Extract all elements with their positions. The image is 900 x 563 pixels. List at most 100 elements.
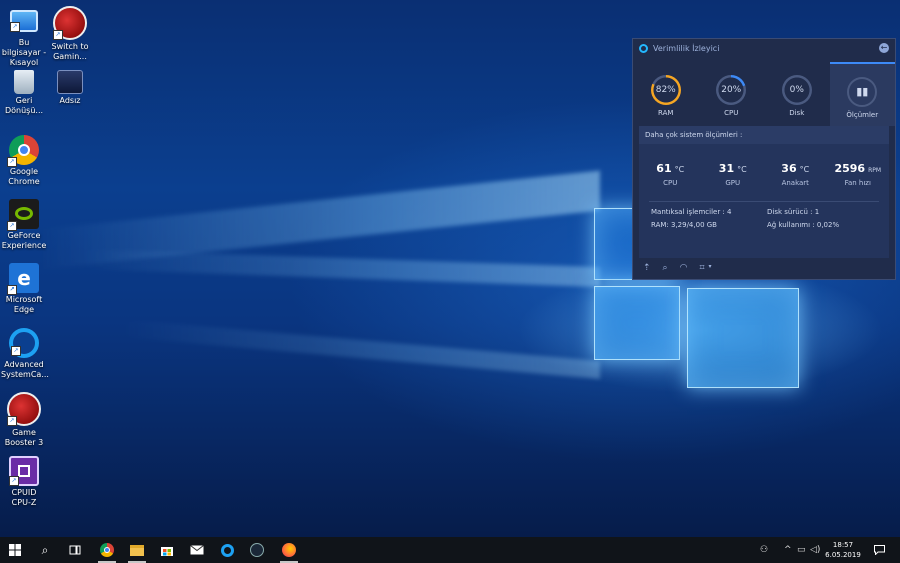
recycle-bin-icon — [14, 70, 34, 94]
metric-unit: °C — [737, 165, 747, 174]
desktop-icon-label: Adsız — [59, 96, 81, 105]
advanced-systemcare-icon — [220, 543, 234, 557]
taskbar-file-explorer[interactable] — [124, 537, 150, 563]
image-file-icon — [57, 70, 83, 94]
taskbar-firefox[interactable] — [276, 537, 302, 563]
volume-icon[interactable]: ◁) — [810, 537, 820, 563]
cpuz-icon: ↗ — [9, 456, 39, 486]
temperature-metrics: 61 °C CPU 31 °C GPU 36 °C Anakart 2596 RPM F… — [639, 162, 889, 187]
desktop-icon-switch-to-gaming[interactable]: ↗ Switch to Gamin... — [47, 6, 93, 62]
metric-value: 31 — [718, 162, 735, 175]
tab-label: Ölçümler — [846, 111, 879, 119]
chevron-up-icon[interactable]: ^ — [784, 537, 792, 563]
tab-ram[interactable]: 82% RAM — [633, 62, 699, 126]
cpu-usage-ring: 20% — [716, 75, 747, 105]
chrome-icon: ↗ — [7, 135, 39, 167]
desktop-icon-label: Switch to Gamin... — [51, 42, 89, 61]
desktop-icon-recycle-bin[interactable]: Geri Dönüşü... — [1, 70, 47, 116]
desktop-icon-label: Geri Dönüşü... — [4, 96, 44, 115]
dropdown-arrow-icon[interactable]: ▾ — [709, 263, 712, 273]
desktop-icon-google-chrome[interactable]: ↗ Google Chrome — [1, 135, 47, 187]
desktop-icon-label: CPUID CPU-Z — [11, 488, 37, 507]
start-button[interactable] — [2, 537, 28, 563]
tab-label: RAM — [658, 109, 674, 117]
desktop-icon-label: Advanced SystemCa... — [1, 360, 49, 379]
back-arrow-icon[interactable]: ← — [879, 43, 889, 53]
desktop-icon-geforce-experience[interactable]: ↗ GeForce Experience — [1, 199, 47, 251]
disk-usage-value: 0% — [789, 85, 804, 95]
desktop-icon-label: Bu bilgisayar - Kısayol — [1, 38, 47, 67]
logical-processors-stat: Mantıksal işlemciler : 4 — [651, 208, 732, 216]
people-icon[interactable]: ⚇ — [760, 537, 768, 563]
network-icon[interactable]: ▭ — [797, 537, 806, 563]
ram-usage-value: 82% — [655, 85, 676, 95]
notification-center-icon[interactable] — [874, 537, 885, 563]
mail-icon — [190, 545, 204, 555]
search-button[interactable]: ⌕ — [32, 537, 58, 563]
metric-value: 2596 — [834, 162, 866, 175]
ram-stat: RAM: 3,29/4,00 GB — [651, 221, 717, 229]
nvidia-icon: ↗ — [7, 199, 39, 231]
taskbar-mail[interactable] — [184, 537, 210, 563]
taskbar-store[interactable] — [154, 537, 180, 563]
metric-name: GPU — [725, 179, 741, 187]
clock-time: 18:57 — [832, 541, 854, 549]
network-usage-stat: Ağ kullanımı : 0,02% — [767, 221, 840, 229]
tab-cpu[interactable]: 20% CPU — [699, 62, 765, 126]
bar-chart-icon: ▮▮ — [847, 77, 878, 107]
metric-gpu-temp: 31 °C GPU — [702, 162, 765, 187]
desktop-icon-microsoft-edge[interactable]: e ↗ Microsoft Edge — [1, 263, 47, 315]
clock-date: 6.05.2019 — [825, 551, 861, 559]
speedometer-icon[interactable]: ◠ — [680, 263, 688, 273]
measurements-panel: Daha çok sistem ölçümleri : 61 °C CPU 31 °… — [639, 126, 889, 258]
metric-unit: °C — [799, 165, 810, 174]
taskbar-steam[interactable] — [244, 537, 270, 563]
search-icon: ⌕ — [41, 542, 49, 557]
widget-toolbar: ⇡ ⌕ ◠ ⌗ ▾ — [643, 263, 712, 273]
metric-motherboard-temp: 36 °C Anakart — [764, 162, 827, 187]
desktop-icon-label: Game Booster 3 — [4, 428, 44, 447]
task-view-button[interactable] — [62, 537, 88, 563]
metric-unit: RPM — [868, 167, 882, 174]
taskbar: ⌕ ⚇ ^ ▭ ◁) 18:57 6.05.2019 — [0, 537, 900, 563]
advanced-systemcare-icon — [639, 43, 648, 53]
taskbar-advanced-systemcare[interactable] — [214, 537, 240, 563]
metric-name: Fan hızı — [844, 179, 871, 187]
steam-icon — [250, 543, 264, 557]
ram-usage-ring: 82% — [650, 75, 681, 105]
desktop-icon-label: GeForce Experience — [1, 231, 47, 250]
more-metrics-heading: Daha çok sistem ölçümleri : — [639, 126, 889, 144]
taskbar-chrome[interactable] — [94, 537, 120, 563]
tab-measurements[interactable]: ▮▮ Ölçümler — [829, 62, 895, 126]
system-stats: Mantıksal işlemciler : 4 Disk sürücü : 1… — [639, 208, 889, 229]
widget-title: Verimlilik İzleyici — [653, 43, 720, 53]
firefox-icon — [282, 543, 296, 557]
edge-icon: e ↗ — [7, 263, 39, 295]
desktop-icon-label: Microsoft Edge — [5, 295, 43, 314]
performance-monitor-widget: Verimlilik İzleyici ← 82% RAM 20% CPU 0%… — [632, 38, 896, 280]
desktop-icon-advanced-systemcare[interactable]: ↗ Advanced SystemCa... — [1, 328, 49, 380]
widget-titlebar[interactable]: Verimlilik İzleyici ← — [633, 39, 895, 57]
store-icon — [161, 547, 173, 556]
tab-label: Disk — [789, 109, 805, 117]
chrome-icon — [100, 543, 114, 557]
desktop: ↗ Bu bilgisayar - Kısayol ↗ Switch to Ga… — [0, 0, 900, 537]
tab-disk[interactable]: 0% Disk — [764, 62, 830, 126]
metric-unit: °C — [674, 165, 685, 174]
metric-name: Anakart — [781, 179, 809, 187]
magnifier-icon[interactable]: ⌕ — [663, 263, 668, 273]
rocket-icon[interactable]: ⇡ — [643, 263, 651, 273]
system-clock[interactable]: 18:57 6.05.2019 — [820, 540, 866, 560]
desktop-icon-label: Google Chrome — [8, 167, 40, 186]
metric-name: CPU — [663, 179, 678, 187]
desktop-icon-this-pc[interactable]: ↗ Bu bilgisayar - Kısayol — [1, 6, 47, 68]
disk-usage-ring: 0% — [781, 75, 812, 105]
desktop-icon-game-booster[interactable]: ↗ Game Booster 3 — [1, 392, 47, 448]
crop-icon[interactable]: ⌗ — [699, 263, 704, 273]
desktop-icon-cpuz[interactable]: ↗ CPUID CPU-Z — [1, 456, 47, 508]
file-explorer-icon — [130, 544, 144, 556]
desktop-icon-adsiz[interactable]: Adsız — [47, 70, 93, 106]
widget-tabs: 82% RAM 20% CPU 0% Disk ▮▮ Ölçümler — [633, 62, 895, 126]
game-booster-icon: ↗ — [53, 6, 87, 40]
divider — [649, 201, 879, 202]
